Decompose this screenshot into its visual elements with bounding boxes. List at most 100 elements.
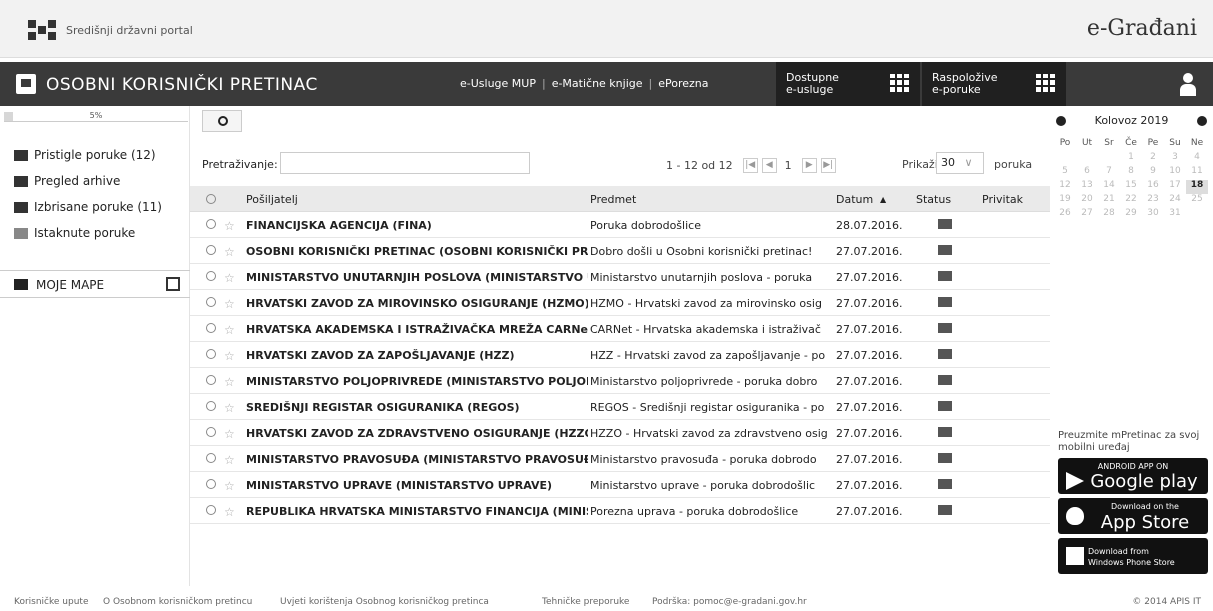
- table-row[interactable]: ☆ MINISTARSTVO UNUTARNJIH POSLOVA (MINIST…: [190, 264, 1050, 290]
- link-eusluge-mup[interactable]: e-Usluge MUP: [460, 77, 536, 90]
- sidebar-item-deleted[interactable]: Izbrisane poruke (11): [14, 200, 162, 214]
- calendar-day[interactable]: 7: [1098, 166, 1120, 180]
- row-checkbox[interactable]: [206, 505, 216, 515]
- table-row[interactable]: ☆ HRVATSKI ZAVOD ZA ZAPOŠLJAVANJE (HZZ) HZ…: [190, 342, 1050, 368]
- calendar-day[interactable]: 14: [1098, 180, 1120, 194]
- calendar-day[interactable]: 9: [1142, 166, 1164, 180]
- star-icon[interactable]: ☆: [224, 219, 235, 233]
- calendar-day[interactable]: 31: [1164, 208, 1186, 222]
- windows-store-button[interactable]: Download from Windows Phone Store: [1058, 538, 1208, 574]
- star-icon[interactable]: ☆: [224, 323, 235, 337]
- table-row[interactable]: ☆ HRVATSKA AKADEMSKA I ISTRAŽIVAČKA MREŽA…: [190, 316, 1050, 342]
- row-checkbox[interactable]: [206, 323, 216, 333]
- column-subject[interactable]: Predmet: [590, 193, 636, 206]
- edit-folders-icon[interactable]: [166, 277, 180, 291]
- calendar-day[interactable]: 27: [1076, 208, 1098, 222]
- per-page-select[interactable]: 30 ∨: [936, 152, 984, 174]
- table-row[interactable]: ☆ MINISTARSTVO POLJOPRIVREDE (MINISTARSTV…: [190, 368, 1050, 394]
- calendar-day[interactable]: 23: [1142, 194, 1164, 208]
- column-attachment[interactable]: Privitak: [982, 193, 1023, 206]
- app-store-button[interactable]: Download on the App Store: [1058, 498, 1208, 534]
- calendar-day[interactable]: 16: [1142, 180, 1164, 194]
- next-page-button[interactable]: ▶: [801, 158, 817, 173]
- calendar-day[interactable]: 29: [1120, 208, 1142, 222]
- calendar-day[interactable]: 4: [1186, 152, 1208, 166]
- calendar-next-icon[interactable]: [1197, 116, 1207, 126]
- row-checkbox[interactable]: [206, 349, 216, 359]
- row-checkbox[interactable]: [206, 375, 216, 385]
- select-all-checkbox[interactable]: [206, 194, 216, 204]
- google-play-button[interactable]: ANDROID APP ON Google play: [1058, 458, 1208, 494]
- calendar-day[interactable]: 19: [1054, 194, 1076, 208]
- row-checkbox[interactable]: [206, 427, 216, 437]
- prev-page-button[interactable]: ◀: [761, 158, 777, 173]
- column-date[interactable]: Datum: [836, 193, 873, 206]
- table-row[interactable]: ☆ HRVATSKI ZAVOD ZA MIROVINSKO OSIGURANJE…: [190, 290, 1050, 316]
- star-icon[interactable]: ☆: [224, 401, 235, 415]
- calendar-day[interactable]: 12: [1054, 180, 1076, 194]
- available-eservices-button[interactable]: Dostupne e-usluge: [776, 62, 920, 106]
- star-icon[interactable]: ☆: [224, 349, 235, 363]
- link-eporezna[interactable]: ePorezna: [658, 77, 708, 90]
- calendar-day[interactable]: 11: [1186, 166, 1208, 180]
- column-sender[interactable]: Pošiljatelj: [246, 193, 298, 206]
- portal-name-link[interactable]: Središnji državni portal: [66, 24, 193, 37]
- row-checkbox[interactable]: [206, 219, 216, 229]
- calendar-day[interactable]: 5: [1054, 166, 1076, 180]
- calendar-day[interactable]: 25: [1186, 194, 1208, 208]
- table-row[interactable]: ☆ HRVATSKI ZAVOD ZA ZDRAVSTVENO OSIGURANJ…: [190, 420, 1050, 446]
- footer-link-tech[interactable]: Tehničke preporuke: [542, 597, 629, 607]
- table-row[interactable]: ☆ MINISTARSTVO PRAVOSUĐA (MINISTARSTVO PR…: [190, 446, 1050, 472]
- calendar-day[interactable]: 20: [1076, 194, 1098, 208]
- star-icon[interactable]: ☆: [224, 271, 235, 285]
- table-row[interactable]: ☆ MINISTARSTVO UPRAVE (MINISTARSTVO UPRAV…: [190, 472, 1050, 498]
- column-status[interactable]: Status: [916, 193, 951, 206]
- footer-link-about[interactable]: O Osobnom korisničkom pretincu: [103, 597, 252, 607]
- calendar-day[interactable]: 22: [1120, 194, 1142, 208]
- sidebar-item-starred[interactable]: Istaknute poruke: [14, 226, 135, 240]
- row-checkbox[interactable]: [206, 479, 216, 489]
- calendar-day[interactable]: 17: [1164, 180, 1186, 194]
- refresh-button[interactable]: [202, 110, 242, 132]
- calendar-day[interactable]: 18: [1186, 180, 1208, 194]
- table-row[interactable]: ☆ OSOBNI KORISNIČKI PRETINAC (OSOBNI KORI…: [190, 238, 1050, 264]
- calendar-day[interactable]: 15: [1120, 180, 1142, 194]
- calendar-day[interactable]: 10: [1164, 166, 1186, 180]
- star-icon[interactable]: ☆: [224, 427, 235, 441]
- row-checkbox[interactable]: [206, 271, 216, 281]
- calendar-day[interactable]: 13: [1076, 180, 1098, 194]
- row-checkbox[interactable]: [206, 453, 216, 463]
- calendar-day[interactable]: 30: [1142, 208, 1164, 222]
- brand-logo[interactable]: e-Građani: [1087, 16, 1197, 41]
- link-ematicne-knjige[interactable]: e-Matične knjige: [552, 77, 643, 90]
- star-icon[interactable]: ☆: [224, 479, 235, 493]
- current-page[interactable]: 1: [785, 159, 792, 172]
- calendar-day[interactable]: 24: [1164, 194, 1186, 208]
- footer-link-support[interactable]: Podrška: pomoc@e-gradani.gov.hr: [652, 597, 807, 607]
- footer-link-user-guide[interactable]: Korisničke upute: [14, 597, 88, 607]
- available-emessages-button[interactable]: Raspoložive e-poruke: [922, 62, 1066, 106]
- calendar-day[interactable]: 28: [1098, 208, 1120, 222]
- first-page-button[interactable]: |◀: [742, 158, 758, 173]
- calendar-day[interactable]: 6: [1076, 166, 1098, 180]
- portal-logo-icon[interactable]: [28, 20, 56, 40]
- sidebar-item-archive[interactable]: Pregled arhive: [14, 174, 120, 188]
- calendar-day[interactable]: 3: [1164, 152, 1186, 166]
- row-checkbox[interactable]: [206, 297, 216, 307]
- star-icon[interactable]: ☆: [224, 375, 235, 389]
- sidebar-item-inbox[interactable]: Pristigle poruke (12): [14, 148, 156, 162]
- calendar-day[interactable]: 1: [1120, 152, 1142, 166]
- calendar-day[interactable]: 21: [1098, 194, 1120, 208]
- star-icon[interactable]: ☆: [224, 297, 235, 311]
- footer-link-terms[interactable]: Uvjeti korištenja Osobnog korisničkog pr…: [280, 597, 489, 607]
- row-checkbox[interactable]: [206, 245, 216, 255]
- calendar-day[interactable]: 26: [1054, 208, 1076, 222]
- user-profile-icon[interactable]: [1175, 70, 1201, 98]
- table-row[interactable]: ☆ SREDIŠNJI REGISTAR OSIGURANIKA (REGOS) R…: [190, 394, 1050, 420]
- star-icon[interactable]: ☆: [224, 245, 235, 259]
- calendar-day[interactable]: 2: [1142, 152, 1164, 166]
- table-row[interactable]: ☆ FINANCIJSKA AGENCIJA (FINA) Poruka dobro…: [190, 212, 1050, 238]
- calendar-day[interactable]: 8: [1120, 166, 1142, 180]
- app-title[interactable]: OSOBNI KORISNIČKI PRETINAC: [46, 75, 318, 95]
- last-page-button[interactable]: ▶|: [820, 158, 836, 173]
